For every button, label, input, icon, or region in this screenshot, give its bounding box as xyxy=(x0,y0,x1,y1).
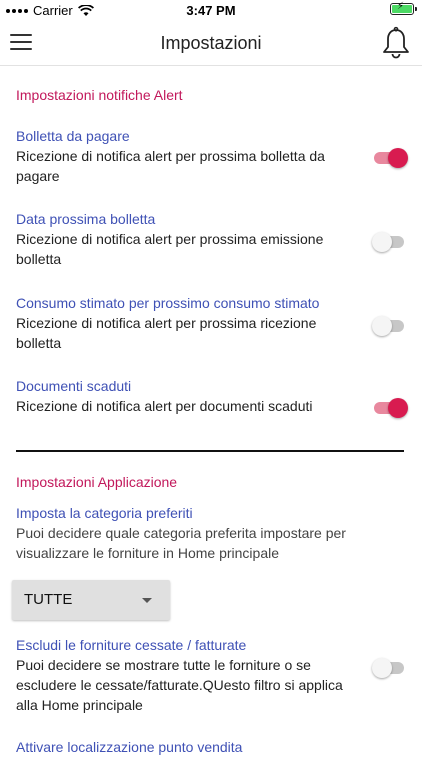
setting-description: Ricezione di notifica alert per prossima… xyxy=(16,231,324,267)
setting-consumo-stimato: Consumo stimato per prossimo consumo sti… xyxy=(16,293,406,353)
page-title: Impostazioni xyxy=(160,33,262,53)
setting-title: Data prossima bolletta xyxy=(16,211,156,227)
setting-title: Consumo stimato per prossimo consumo sti… xyxy=(16,295,320,311)
setting-title: Documenti scaduti xyxy=(16,378,132,394)
setting-description: Puoi decidere se mostrare tutte le forni… xyxy=(16,657,343,713)
setting-description: Ricezione di notifica alert per document… xyxy=(16,398,313,414)
setting-description: Ricezione di notifica alert per prossima… xyxy=(16,315,317,351)
setting-categoria-preferiti: Imposta la categoria preferiti Puoi deci… xyxy=(16,503,406,563)
setting-escludi-forniture: Escludi le forniture cessate / fatturate… xyxy=(16,635,406,715)
setting-localizzazione: Attivare localizzazione punto vendita xyxy=(16,737,406,757)
battery-icon: ⚡ xyxy=(390,1,417,15)
setting-title: Bolletta da pagare xyxy=(16,128,130,144)
setting-documenti-scaduti: Documenti scaduti Ricezione di notifica … xyxy=(16,376,408,418)
setting-description: Ricezione di notifica alert per prossima… xyxy=(16,148,325,184)
toggle-bolletta-da-pagare[interactable] xyxy=(372,147,408,168)
setting-bolletta-da-pagare: Bolletta da pagare Ricezione di notifica… xyxy=(16,126,408,186)
category-dropdown[interactable]: TUTTE xyxy=(12,580,170,620)
setting-title: Imposta la categoria preferiti xyxy=(16,505,193,521)
dropdown-selected-value: TUTTE xyxy=(24,591,73,608)
setting-title: Attivare localizzazione punto vendita xyxy=(16,739,243,755)
setting-description: Puoi decidere quale categoria preferita … xyxy=(16,525,346,561)
notification-bell-icon[interactable] xyxy=(380,26,412,60)
toggle-documenti-scaduti[interactable] xyxy=(372,397,408,418)
app-section-title: Impostazioni Applicazione xyxy=(16,474,178,490)
toggle-escludi-forniture[interactable] xyxy=(372,657,406,678)
chevron-down-icon xyxy=(142,598,152,603)
section-divider xyxy=(16,450,404,452)
status-bar: Carrier 3:47 PM ⚡ xyxy=(0,0,422,22)
toggle-data-prossima-bolletta[interactable] xyxy=(372,231,406,252)
toggle-consumo-stimato[interactable] xyxy=(372,315,406,336)
alerts-section-title: Impostazioni notifiche Alert xyxy=(16,87,183,103)
app-header: Impostazioni xyxy=(0,22,422,66)
status-time: 3:47 PM xyxy=(186,3,236,18)
setting-title: Escludi le forniture cessate / fatturate xyxy=(16,637,247,653)
setting-data-prossima-bolletta: Data prossima bolletta Ricezione di noti… xyxy=(16,209,406,269)
